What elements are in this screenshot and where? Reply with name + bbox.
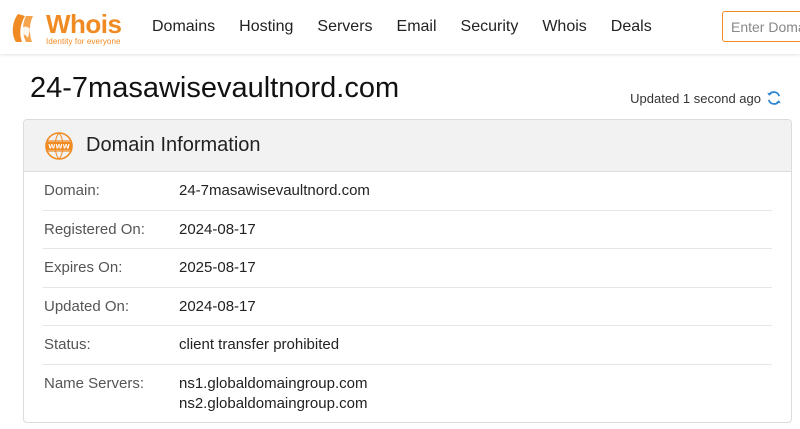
svg-text:WWW: WWW: [48, 142, 70, 150]
updated-text: Updated 1 second ago: [630, 90, 761, 106]
row-value: 24-7masawisevaultnord.com: [179, 182, 370, 199]
table-row: Expires On: 2025-08-17: [43, 249, 772, 288]
card-title: Domain Information: [86, 134, 261, 156]
row-value: client transfer prohibited: [179, 336, 340, 353]
table-row: Domain: 24-7masawisevaultnord.com: [43, 172, 772, 211]
nav-item-whois[interactable]: Whois: [542, 18, 586, 36]
row-label: Updated On:: [44, 297, 130, 315]
nav-item-servers[interactable]: Servers: [317, 18, 372, 36]
whois-logo[interactable]: Whois Identity for everyone: [8, 8, 138, 48]
domain-information-card: WWW Domain Information Domain: 24-7masaw…: [23, 119, 792, 423]
nav-item-email[interactable]: Email: [397, 18, 437, 36]
row-value: 2024-08-17: [179, 220, 256, 238]
row-label: Domain:: [44, 182, 100, 199]
logo-tagline: Identity for everyone: [46, 36, 121, 46]
whois-logo-icon: [12, 14, 33, 42]
name-servers-value: ns1.globaldomaingroup.com ns2.globaldoma…: [179, 375, 367, 415]
card-header: WWW Domain Information: [24, 120, 791, 172]
nav-item-deals[interactable]: Deals: [611, 18, 652, 36]
name-server: ns2.globaldomaingroup.com: [179, 394, 368, 412]
updated-status: Updated 1 second ago: [630, 90, 782, 106]
domain-info-table: Domain: 24-7masawisevaultnord.com Regist…: [24, 172, 791, 415]
logo-wordmark: Whois: [46, 8, 122, 39]
row-label: Expires On:: [44, 259, 123, 276]
site-header: Whois Identity for everyone Domains Host…: [0, 0, 800, 54]
nav-item-domains[interactable]: Domains: [152, 18, 215, 36]
search-input[interactable]: [722, 11, 800, 42]
main-nav: Domains Hosting Servers Email Security W…: [140, 0, 664, 54]
name-server: ns1.globaldomaingroup.com: [179, 374, 368, 392]
table-row: Registered On: 2024-08-17: [43, 211, 772, 249]
table-row: Status: client transfer prohibited: [43, 326, 772, 365]
refresh-icon[interactable]: [766, 90, 782, 106]
row-value: 2025-08-17: [179, 259, 256, 276]
table-row: Name Servers: ns1.globaldomaingroup.com …: [43, 365, 772, 415]
www-icon: WWW: [45, 131, 73, 160]
row-label: Name Servers:: [44, 374, 145, 392]
page-title: 24-7masawisevaultnord.com: [30, 72, 400, 104]
nav-item-hosting[interactable]: Hosting: [239, 18, 293, 36]
row-label: Status:: [44, 336, 91, 353]
row-label: Registered On:: [44, 220, 145, 238]
table-row: Updated On: 2024-08-17: [43, 288, 772, 326]
nav-item-security[interactable]: Security: [461, 18, 519, 36]
row-value: 2024-08-17: [179, 297, 256, 315]
